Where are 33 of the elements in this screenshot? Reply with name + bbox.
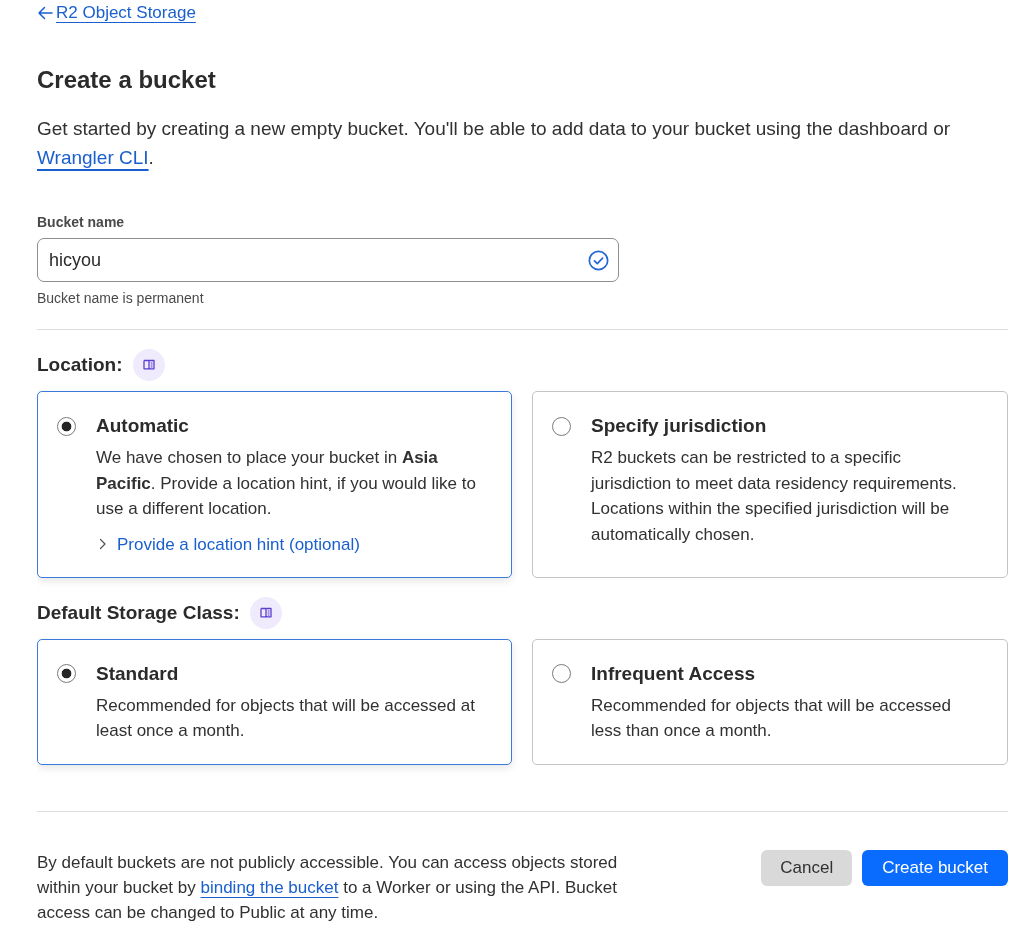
binding-link[interactable]: binding the bucket [200, 877, 339, 897]
option-title: Standard [96, 661, 180, 686]
intro-text: Get started by creating a new empty bucket. You'll be able to add data to your bucket using the dashboard or Wrangler CLI. [37, 117, 952, 170]
section-label: Location: [37, 353, 123, 377]
option-description: Recommended for objects that will be accessed less than once a month. [591, 694, 952, 742]
option-card[interactable]: Automatic We have chosen to place your bucket in Asia Pacific. Provide a location hint, if you would like to use a different location. Provide a location hint (optional) [37, 391, 512, 578]
book-icon[interactable] [249, 596, 282, 629]
option-description: R2 buckets can be restricted to a specific jurisdiction to meet data residency requirements. Locations within the specified jurisdiction will be automatically chosen. [591, 447, 958, 546]
option-title: Infrequent Access [591, 661, 756, 686]
option-description: We have chosen to place your bucket in Asia Pacific. Provide a location hint, if you would like to use a different location. [96, 447, 477, 520]
field-label: Bucket name [37, 213, 126, 232]
book-icon[interactable] [132, 349, 165, 381]
radio-button[interactable] [552, 416, 571, 436]
field-hint: Bucket name is permanent [37, 289, 205, 308]
back-link[interactable]: R2 Object Storage [37, 0, 196, 26]
option-title: Specify jurisdiction [591, 414, 768, 438]
bucket-name-input[interactable]: hicyou [37, 238, 619, 282]
radio-button[interactable] [57, 416, 76, 436]
wrangler-cli-link[interactable]: Wrangler CLI [37, 147, 149, 168]
option-card[interactable]: Specify jurisdiction R2 buckets can be restricted to a specific jurisdiction to meet data residency requirements. Locations within the specified jurisdiction will be automatically chosen. [532, 391, 1008, 578]
radio-button[interactable] [57, 664, 76, 683]
radio-button[interactable] [552, 664, 571, 683]
create-button[interactable]: Create bucket [862, 849, 1008, 886]
option-card[interactable]: Infrequent Access Recommended for objects that will be accessed less than once a month. [532, 638, 1008, 765]
option-description: Recommended for objects that will be accessed at least once a month. [96, 694, 476, 742]
option-card[interactable]: Standard Recommended for objects that will be accessed at least once a month. [37, 638, 512, 765]
option-title: Automatic [96, 414, 190, 438]
cancel-button[interactable]: Cancel [761, 849, 853, 886]
location-hint-toggle[interactable]: Provide a location hint (optional) [96, 531, 360, 557]
access-note: By default buckets are not publicly accessible. You can access objects stored within your bucket by binding the bucket to a Worker or using the API. Bucket access can be changed to Public at any time. [37, 851, 619, 924]
section-label: Default Storage Class: [37, 600, 240, 625]
arrow-left-icon [37, 6, 53, 20]
page-title: Create a bucket [37, 65, 217, 95]
